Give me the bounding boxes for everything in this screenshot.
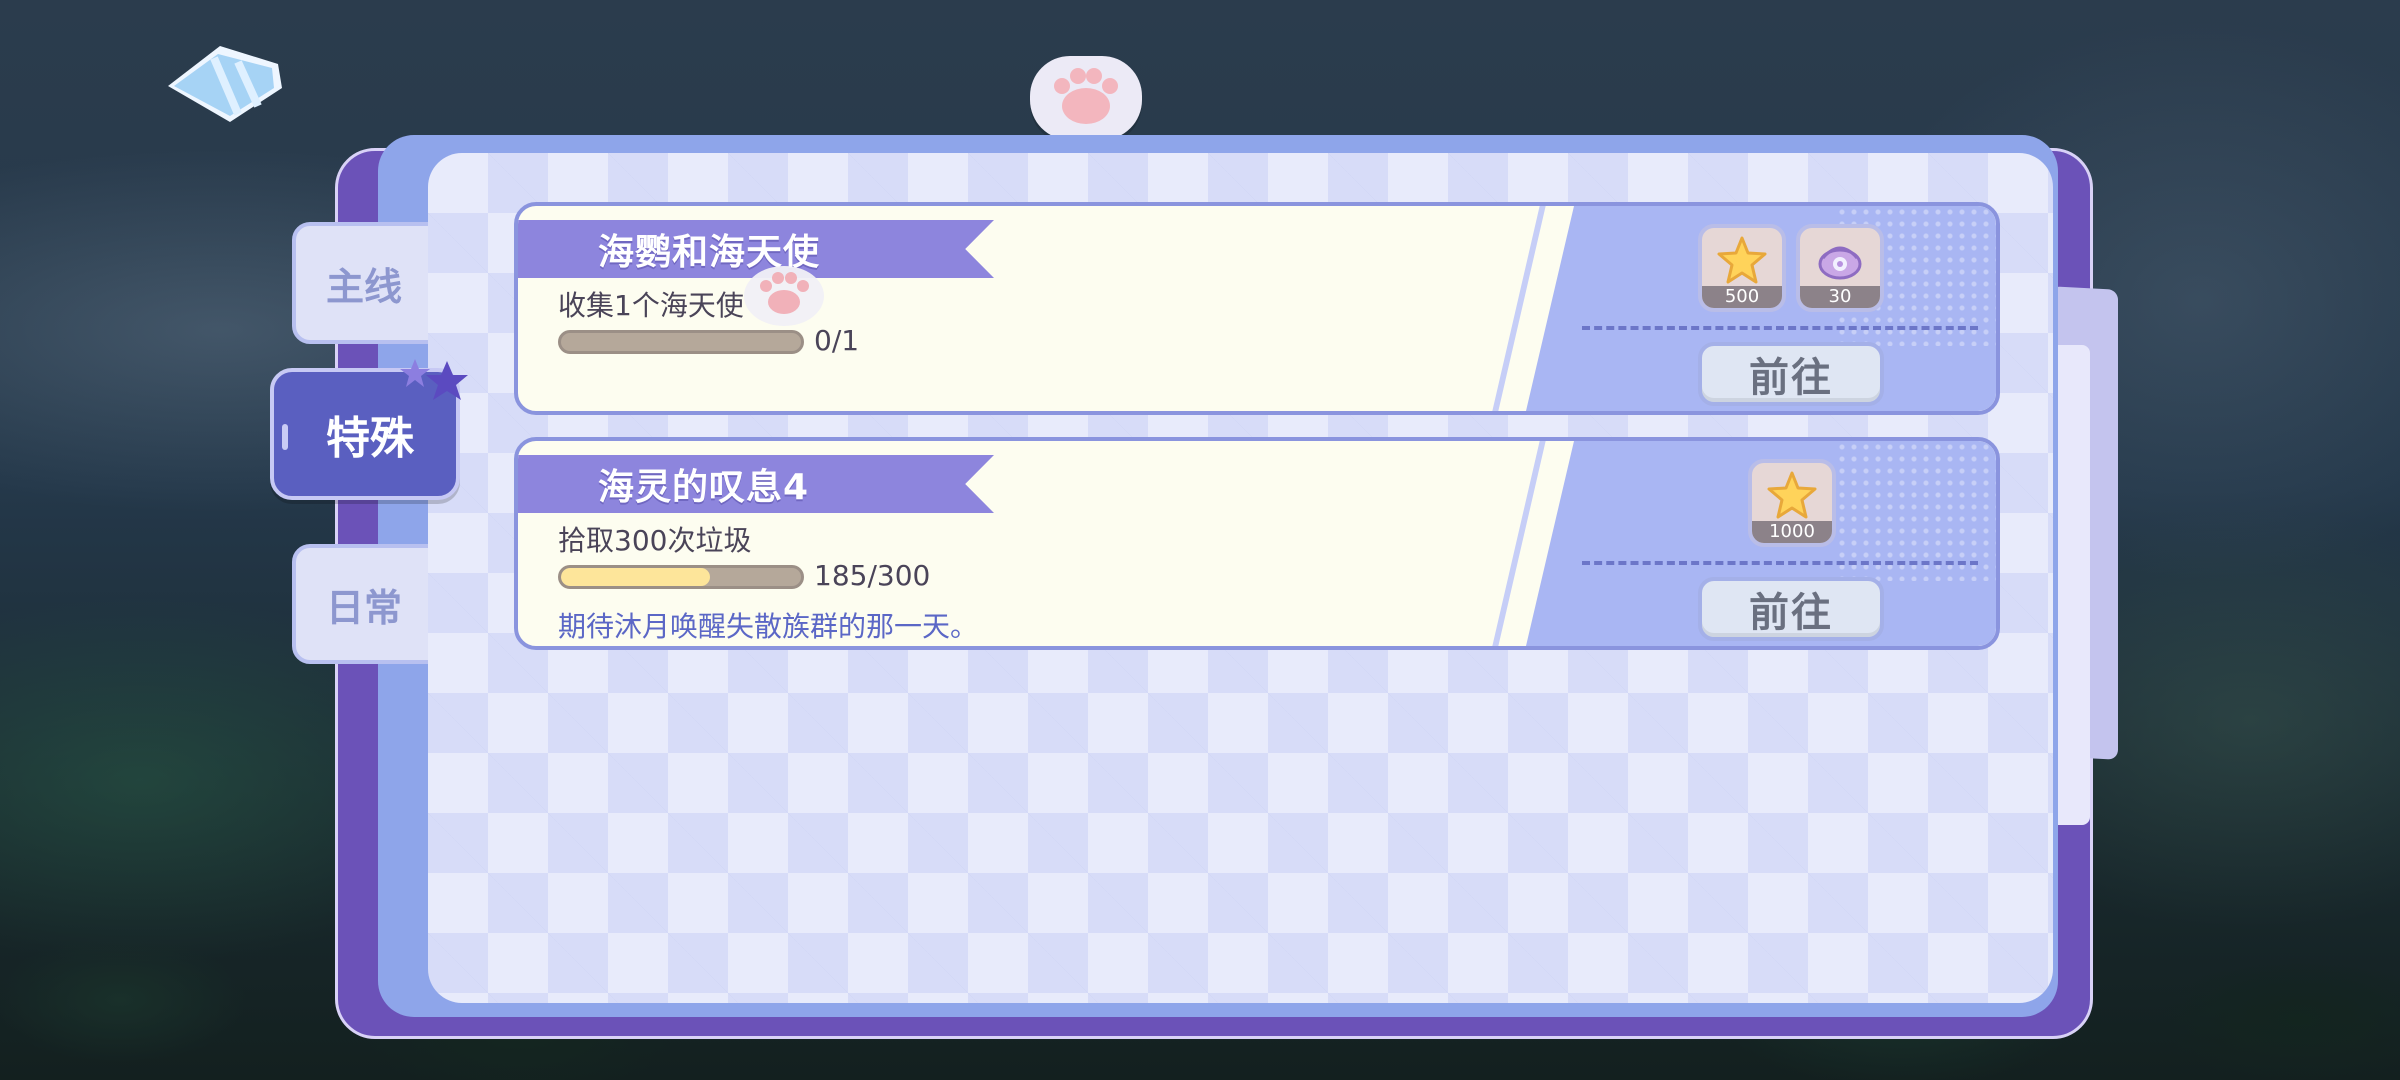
back-button[interactable]: [160, 38, 290, 128]
go-button[interactable]: 前往: [1698, 577, 1884, 641]
paw-icon: [744, 266, 824, 326]
quest-title: 海灵的叹息4: [518, 455, 994, 513]
go-button[interactable]: 前往: [1698, 342, 1884, 406]
dashed-divider: [1582, 561, 1978, 565]
progress-bar: [558, 565, 804, 589]
tab-daily[interactable]: 日常: [292, 544, 436, 664]
reward-count: 1000: [1752, 521, 1832, 543]
tab-indicator: [282, 424, 288, 450]
back-arrow-icon: [168, 46, 282, 122]
shell-icon: [1818, 246, 1862, 280]
stars-icon: [400, 359, 468, 400]
tab-main[interactable]: 主线: [292, 222, 436, 344]
tab-daily-label: 日常: [325, 585, 402, 630]
paw-badge-icon: [1030, 56, 1142, 140]
quest-card: 海灵的叹息4 拾取300次垃圾 185/300 期待沐月唤醒失散族群的那一天。 …: [514, 437, 2000, 650]
star-icon: [1717, 236, 1767, 284]
progress-bar: [558, 330, 804, 354]
star-icon: [1767, 471, 1817, 519]
reward-item[interactable]: 1000: [1748, 459, 1836, 547]
reward-item[interactable]: 500: [1698, 224, 1786, 312]
quest-card: 海鹦和海天使 收集1个海天使 0/1 500 30 前往: [514, 202, 2000, 415]
quest-description: 收集1个海天使: [558, 289, 744, 322]
progress-text: 185/300: [814, 559, 931, 592]
reward-count: 500: [1702, 286, 1782, 308]
progress-text: 0/1: [814, 324, 860, 357]
quest-description: 拾取300次垃圾: [558, 524, 752, 557]
progress-fill: [561, 568, 710, 586]
reward-item[interactable]: 30: [1796, 224, 1884, 312]
reward-count: 30: [1800, 286, 1880, 308]
dashed-divider: [1582, 326, 1978, 330]
quest-flavor-text: 期待沐月唤醒失散族群的那一天。: [558, 610, 979, 643]
tab-main-label: 主线: [325, 264, 402, 309]
